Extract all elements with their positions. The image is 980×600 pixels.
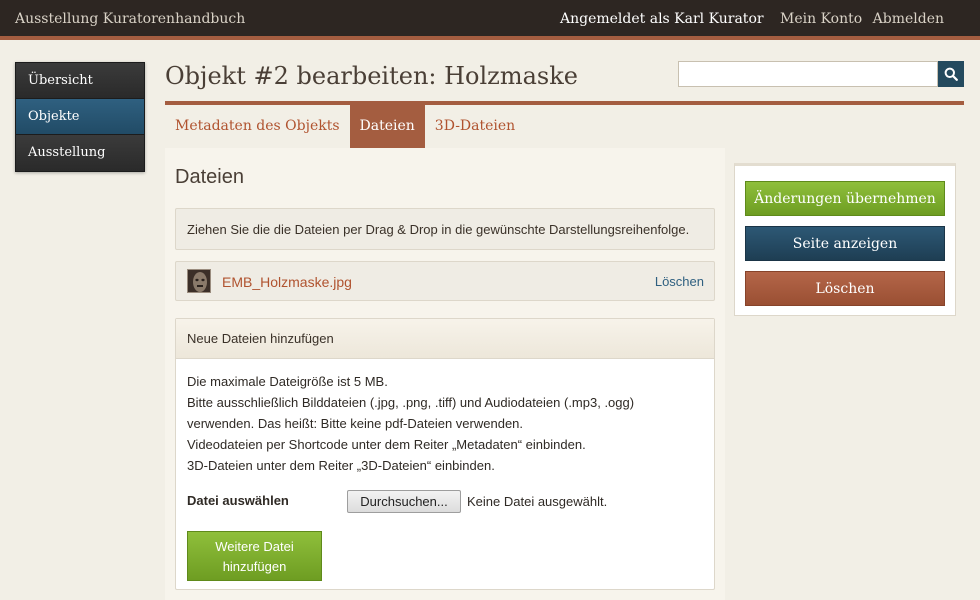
- upload-info-line: Bitte ausschließlich Bilddateien (.jpg, …: [187, 395, 635, 410]
- file-select-label: Datei auswählen: [187, 493, 289, 508]
- mask-thumbnail-icon: [188, 270, 210, 292]
- search-button[interactable]: [938, 61, 964, 87]
- search-box: [678, 61, 964, 87]
- add-more-file-label-line1: Weitere Datei: [215, 539, 294, 554]
- upload-info-line: verwenden. Das heißt: Bitte keine pdf-Da…: [187, 416, 524, 431]
- delete-button[interactable]: Löschen: [745, 271, 945, 306]
- file-thumbnail[interactable]: [187, 269, 211, 293]
- sidebar-item-uebersicht[interactable]: Übersicht: [16, 63, 144, 99]
- search-input[interactable]: [678, 61, 938, 87]
- file-delete-link[interactable]: Löschen: [655, 274, 704, 289]
- tab-3d-dateien[interactable]: 3D-Dateien: [425, 105, 525, 148]
- view-page-button[interactable]: Seite anzeigen: [745, 226, 945, 261]
- tab-dateien[interactable]: Dateien: [349, 105, 425, 148]
- file-item[interactable]: EMB_Holzmaske.jpg Löschen: [175, 261, 715, 301]
- no-file-selected-text: Keine Datei ausgewählt.: [467, 494, 608, 509]
- browse-button[interactable]: Durchsuchen...: [347, 490, 461, 513]
- actions-panel: Änderungen übernehmen Seite anzeigen Lös…: [734, 163, 956, 316]
- file-name-link[interactable]: EMB_Holzmaske.jpg: [222, 274, 352, 290]
- logout-link[interactable]: Abmelden: [873, 11, 944, 27]
- upload-info: Die maximale Dateigröße ist 5 MB. Bitte …: [187, 371, 634, 476]
- sidebar-nav: Übersicht Objekte Ausstellung: [15, 62, 145, 172]
- upload-info-line: Videodateien per Shortcode unter dem Rei…: [187, 437, 586, 452]
- section-heading: Dateien: [175, 166, 244, 188]
- upload-info-line: Die maximale Dateigröße ist 5 MB.: [187, 374, 388, 389]
- page-title: Objekt #2 bearbeiten: Holzmaske: [165, 62, 578, 90]
- sidebar-item-ausstellung[interactable]: Ausstellung: [16, 135, 144, 171]
- sidebar-item-objekte[interactable]: Objekte: [16, 99, 144, 135]
- upload-heading: Neue Dateien hinzufügen: [176, 319, 714, 359]
- logged-in-as: Angemeldet als Karl Kurator: [559, 11, 764, 27]
- tab-metadaten[interactable]: Metadaten des Objekts: [165, 105, 350, 148]
- my-account-link[interactable]: Mein Konto: [780, 11, 862, 27]
- add-more-file-button[interactable]: Weitere Datei hinzufügen: [187, 531, 322, 581]
- top-bar: Ausstellung Kuratorenhandbuch Angemeldet…: [0, 0, 980, 40]
- upload-section: Neue Dateien hinzufügen Die maximale Dat…: [175, 318, 715, 590]
- files-panel: Dateien Ziehen Sie die die Dateien per D…: [165, 148, 725, 600]
- drag-drop-hint: Ziehen Sie die die Dateien per Drag & Dr…: [175, 208, 715, 250]
- search-icon: [944, 67, 958, 81]
- user-menu: Angemeldet als Karl Kurator Mein Konto A…: [560, 11, 944, 27]
- tab-bar: Metadaten des Objekts Dateien 3D-Dateien: [165, 105, 525, 148]
- add-more-file-label-line2: hinzufügen: [222, 559, 287, 574]
- app-title[interactable]: Ausstellung Kuratorenhandbuch: [15, 11, 245, 27]
- apply-changes-button[interactable]: Änderungen übernehmen: [745, 181, 945, 216]
- upload-info-line: 3D-Dateien unter dem Reiter „3D-Dateien“…: [187, 458, 495, 473]
